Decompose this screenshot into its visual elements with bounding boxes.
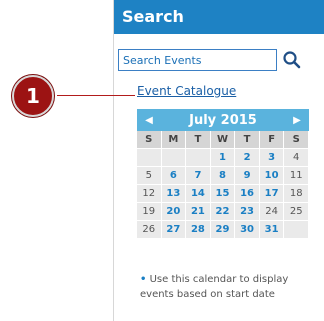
calendar-day[interactable]: 23 xyxy=(235,203,260,221)
weekday-header: W xyxy=(210,131,236,149)
calendar-day: 5 xyxy=(137,167,162,185)
calendar-day: 4 xyxy=(284,149,309,167)
weekday-header: T xyxy=(186,131,211,149)
calendar-day: 24 xyxy=(259,203,285,221)
calendar-empty-cell xyxy=(186,149,211,167)
calendar-day[interactable]: 20 xyxy=(161,203,187,221)
search-input[interactable] xyxy=(118,49,277,71)
calendar-day[interactable]: 6 xyxy=(161,167,187,185)
calendar-day: 25 xyxy=(284,203,309,221)
calendar-day[interactable]: 27 xyxy=(161,221,187,239)
calendar-header: ◀ July 2015 ▶ xyxy=(137,109,309,131)
calendar-day[interactable]: 31 xyxy=(259,221,285,239)
callout-pointer-line xyxy=(57,95,135,96)
weekday-header: S xyxy=(284,131,309,149)
calendar-day: 11 xyxy=(284,167,309,185)
calendar-day[interactable]: 2 xyxy=(235,149,260,167)
calendar-day[interactable]: 10 xyxy=(259,167,285,185)
calendar-month-label: July 2015 xyxy=(189,112,257,128)
calendar-day[interactable]: 17 xyxy=(259,185,285,203)
calendar-day[interactable]: 13 xyxy=(161,185,187,203)
search-panel-title: Search xyxy=(114,0,324,34)
calendar-day[interactable]: 3 xyxy=(259,149,285,167)
calendar-empty-cell xyxy=(284,221,309,239)
calendar-day[interactable]: 8 xyxy=(210,167,236,185)
mini-calendar: ◀ July 2015 ▶ S M T W T F S 1 2 3 4 5 6 7 8 9 10 11 12 13 14… xyxy=(137,109,309,239)
calendar-day[interactable]: 28 xyxy=(186,221,211,239)
calendar-empty-cell xyxy=(161,149,187,167)
calendar-day: 19 xyxy=(137,203,162,221)
callout-number-badge: 1 xyxy=(12,75,54,117)
calendar-day[interactable]: 9 xyxy=(235,167,260,185)
calendar-day[interactable]: 16 xyxy=(235,185,260,203)
calendar-day[interactable]: 22 xyxy=(210,203,236,221)
calendar-help-note: • Use this calendar to display events ba… xyxy=(140,272,310,302)
calendar-grid: S M T W T F S 1 2 3 4 5 6 7 8 9 10 11 12 13 14 15 16 17 18 19 20 21… xyxy=(137,131,309,239)
search-icon xyxy=(283,51,301,69)
calendar-day: 26 xyxy=(137,221,162,239)
calendar-day[interactable]: 21 xyxy=(186,203,211,221)
chevron-left-icon[interactable]: ◀ xyxy=(137,115,161,126)
calendar-day[interactable]: 29 xyxy=(210,221,236,239)
calendar-day: 12 xyxy=(137,185,162,203)
bullet-icon: • xyxy=(140,274,147,285)
weekday-header: M xyxy=(161,131,187,149)
chevron-right-icon[interactable]: ▶ xyxy=(285,115,309,126)
search-button[interactable] xyxy=(281,49,303,71)
calendar-day[interactable]: 14 xyxy=(186,185,211,203)
calendar-day[interactable]: 30 xyxy=(235,221,260,239)
weekday-header: F xyxy=(259,131,285,149)
calendar-help-text: Use this calendar to display events base… xyxy=(140,274,289,300)
weekday-header: S xyxy=(137,131,162,149)
calendar-day: 18 xyxy=(284,185,309,203)
weekday-header: T xyxy=(235,131,260,149)
calendar-day[interactable]: 7 xyxy=(186,167,211,185)
sidebar-divider xyxy=(113,0,114,321)
calendar-day[interactable]: 15 xyxy=(210,185,236,203)
calendar-day[interactable]: 1 xyxy=(210,149,236,167)
event-catalogue-link[interactable]: Event Catalogue xyxy=(137,84,236,98)
calendar-empty-cell xyxy=(137,149,162,167)
